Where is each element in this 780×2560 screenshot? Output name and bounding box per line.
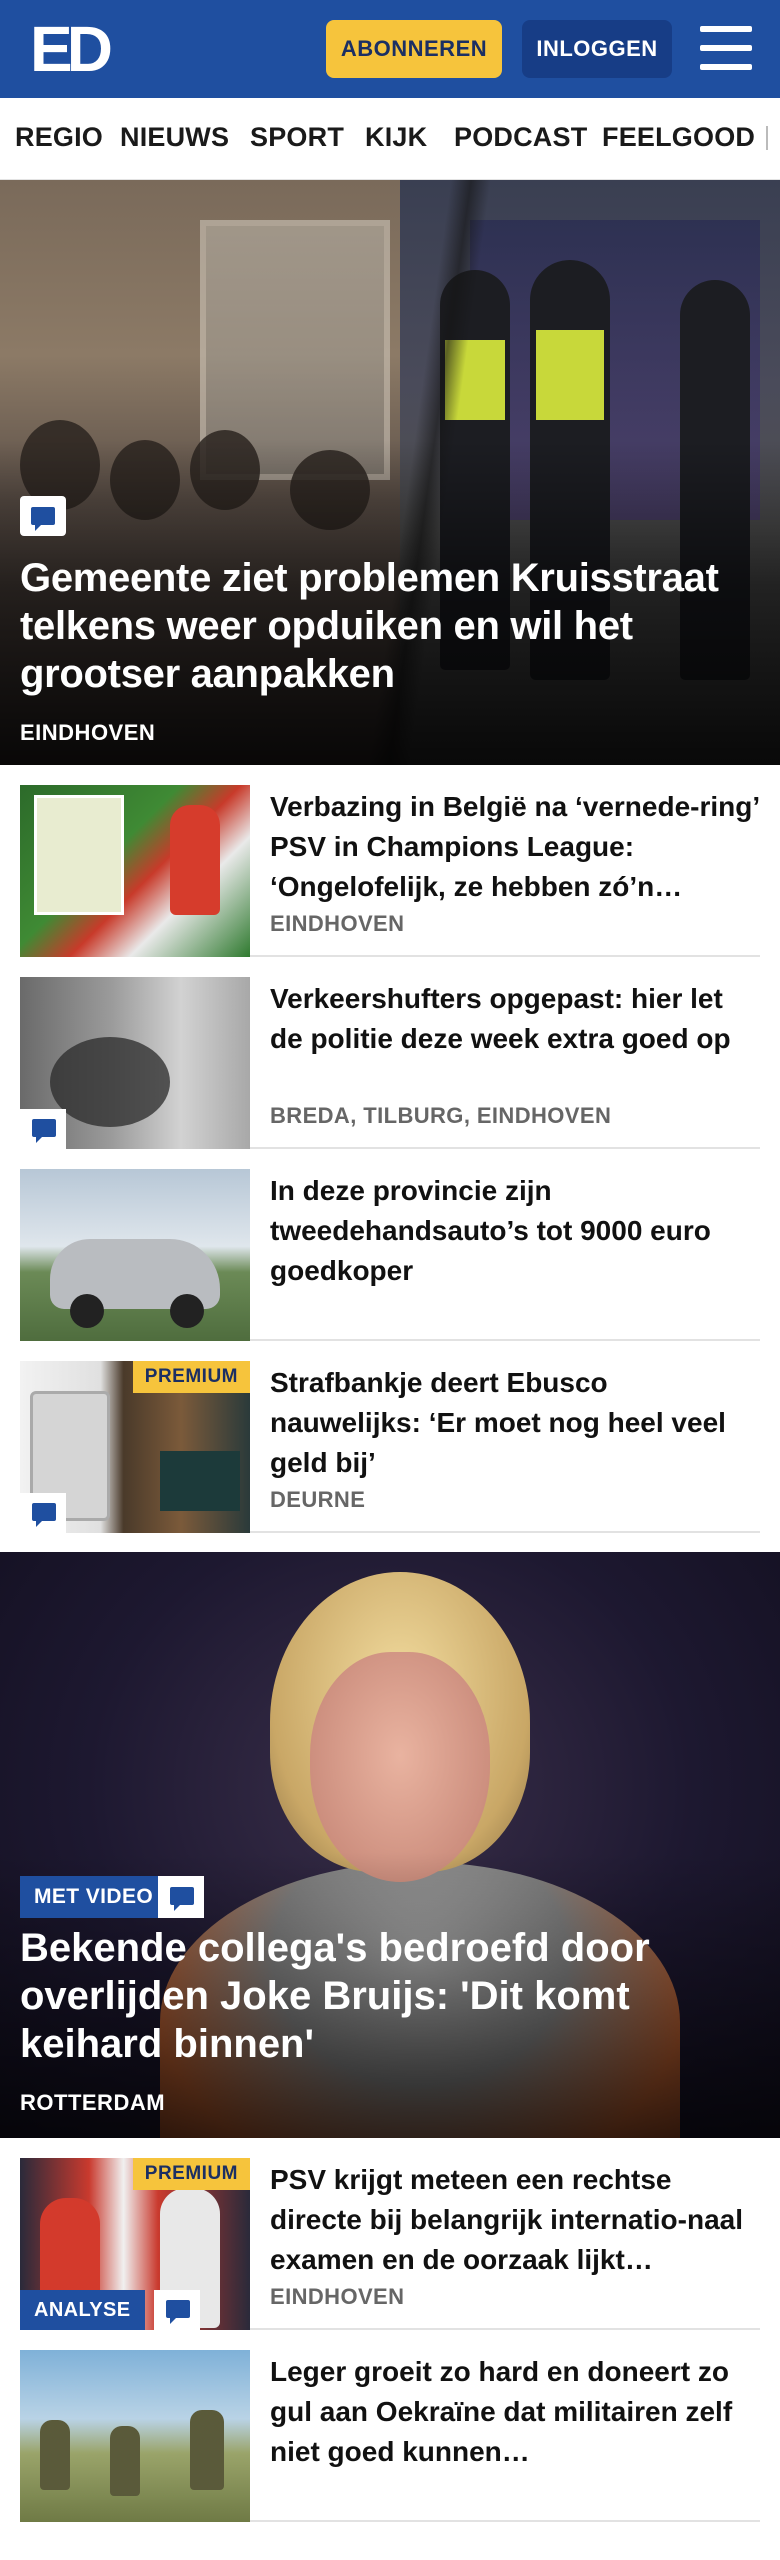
list-item[interactable]: Leger groeit zo hard en doneert zo gul a… (20, 2330, 760, 2522)
scooter-shape (50, 1037, 170, 1127)
feature-location-tag: ROTTERDAM (20, 2090, 166, 2115)
comment-icon (154, 2290, 200, 2330)
hero-location-tag: EINDHOVEN (20, 720, 156, 745)
comment-icon (20, 1109, 66, 1149)
soldier-shape (190, 2410, 224, 2490)
wheel-shape (70, 1294, 104, 1328)
nav-item-regio[interactable]: REGIO (15, 122, 103, 153)
article-title[interactable]: Verbazing in België na ‘vernede-ring’ PS… (270, 787, 760, 907)
video-badge: MET VIDEO (20, 1876, 168, 1918)
article-location-tag: BREDA, TILBURG, EINDHOVEN (270, 1103, 612, 1128)
comment-icon (20, 1493, 66, 1533)
article-title[interactable]: Leger groeit zo hard en doneert zo gul a… (270, 2352, 760, 2472)
comment-icon (20, 496, 66, 536)
player-shape (170, 805, 220, 915)
analyse-badge: ANALYSE (20, 2290, 145, 2330)
article-thumbnail: PREMIUM ANALYSE (20, 2158, 250, 2330)
nav-item-podcast[interactable]: PODCAST (454, 122, 587, 153)
login-button[interactable]: INLOGGEN (522, 20, 672, 78)
article-thumbnail (20, 785, 250, 957)
feature-title[interactable]: Bekende collega's bedroefd door overlijd… (20, 1924, 760, 2068)
portrait-face (310, 1652, 490, 1882)
article-location-tag: EINDHOVEN (270, 911, 405, 936)
nav-item-sport[interactable]: SPORT (250, 122, 344, 153)
article-title[interactable]: PSV krijgt meteen een rechtse directe bi… (270, 2160, 760, 2280)
article-title[interactable]: Verkeershufters opgepast: hier let de po… (270, 979, 760, 1059)
section-nav: REGIO NIEUWS SPORT KIJK PODCAST FEELGOOD (0, 98, 780, 180)
hero-title[interactable]: Gemeente ziet problemen Kruisstraat telk… (20, 554, 760, 698)
article-title[interactable]: Strafbankje deert Ebusco nauwelijks: ‘Er… (270, 1363, 760, 1483)
premium-badge: PREMIUM (132, 1361, 250, 1393)
logo-text: ED (30, 13, 113, 85)
list-item[interactable]: PREMIUM ANALYSE PSV krijgt meteen een re… (20, 2138, 760, 2330)
article-location-tag: EINDHOVEN (270, 2284, 405, 2309)
list-item[interactable]: Verkeershufters opgepast: hier let de po… (20, 957, 760, 1149)
list-item[interactable]: PREMIUM Strafbankje deert Ebusco nauweli… (20, 1341, 760, 1533)
site-header: ED ABONNEREN INLOGGEN (0, 0, 780, 98)
article-thumbnail (20, 2350, 250, 2522)
nav-item-nieuws[interactable]: NIEUWS (120, 122, 229, 153)
feature-video-article[interactable]: MET VIDEO Bekende collega's bedroefd doo… (0, 1552, 780, 2138)
list-item[interactable]: In deze provincie zijn tweedehandsauto’s… (20, 1149, 760, 1341)
article-thumbnail (20, 1169, 250, 1341)
article-location-tag: DEURNE (270, 1487, 366, 1512)
wheel-shape (170, 1294, 204, 1328)
newspaper-shape (34, 795, 124, 915)
nav-overflow-divider (766, 126, 768, 150)
article-thumbnail: PREMIUM (20, 1361, 250, 1533)
vest-shape (536, 330, 604, 420)
premium-badge: PREMIUM (132, 2158, 250, 2190)
site-logo[interactable]: ED (30, 13, 113, 85)
comment-icon (158, 1876, 204, 1918)
nav-item-feelgood[interactable]: FEELGOOD (602, 122, 755, 153)
list-item[interactable]: Verbazing in België na ‘vernede-ring’ PS… (20, 765, 760, 957)
soldier-shape (40, 2420, 70, 2490)
hamburger-menu-icon[interactable] (700, 26, 752, 70)
screen-shape (160, 1451, 240, 1511)
soldier-shape (110, 2426, 140, 2496)
article-thumbnail (20, 977, 250, 1149)
subscribe-button[interactable]: ABONNEREN (326, 20, 502, 78)
article-title[interactable]: In deze provincie zijn tweedehandsauto’s… (270, 1171, 760, 1291)
nav-item-kijk[interactable]: KIJK (365, 122, 427, 153)
hero-article[interactable]: Gemeente ziet problemen Kruisstraat telk… (0, 180, 780, 765)
